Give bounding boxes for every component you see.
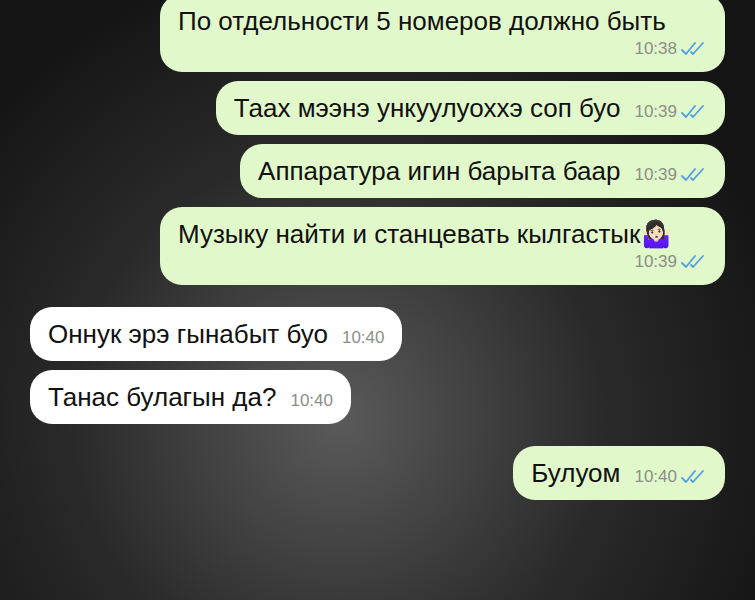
incoming-message[interactable]: Оннук эрэ гынабыт буо 10:40 (30, 307, 402, 361)
message-row: Таах мээнэ ункуулуоххэ соп буо 10:39 (30, 81, 725, 135)
outgoing-message[interactable]: Музыку найти и станцевать кылгастык🤷🏻‍♀️… (160, 207, 725, 285)
message-row: Музыку найти и станцевать кылгастык🤷🏻‍♀️… (30, 207, 725, 285)
message-row: Оннук эрэ гынабыт буо 10:40 (30, 307, 725, 361)
read-ticks-icon (681, 167, 707, 183)
outgoing-message[interactable]: По отдельности 5 номеров должно быть10:3… (160, 0, 725, 72)
message-text: Танас булагын да? (48, 380, 276, 414)
message-text: Аппаратура игин барыта баар (258, 154, 620, 188)
message-time: 10:39 (634, 251, 677, 273)
message-text: Музыку найти и станцевать кылгастык🤷🏻‍♀️ (178, 217, 672, 251)
message-meta: 10:40 (342, 327, 385, 351)
outgoing-message[interactable]: Таах мээнэ ункуулуоххэ соп буо 10:39 (216, 81, 725, 135)
message-time: 10:40 (290, 390, 333, 412)
message-list[interactable]: По отдельности 5 номеров должно быть10:3… (0, 0, 755, 500)
chat-screen: По отдельности 5 номеров должно быть10:3… (0, 0, 755, 600)
message-time: 10:40 (634, 466, 677, 488)
message-time: 10:40 (342, 327, 385, 349)
incoming-message[interactable]: Танас булагын да? 10:40 (30, 370, 351, 424)
message-text: Таах мээнэ ункуулуоххэ соп буо (234, 91, 621, 125)
message-row: Аппаратура игин барыта баар 10:39 (30, 144, 725, 198)
message-text: Булуом (531, 456, 620, 490)
message-row: По отдельности 5 номеров должно быть10:3… (30, 0, 725, 72)
message-text: По отдельности 5 номеров должно быть (178, 4, 666, 38)
outgoing-message[interactable]: Аппаратура игин барыта баар 10:39 (240, 144, 725, 198)
message-row: Булуом 10:40 (30, 446, 725, 500)
read-ticks-icon (681, 254, 707, 270)
message-meta: 10:40 (634, 466, 707, 490)
message-time: 10:39 (634, 101, 677, 123)
message-meta: 10:39 (634, 101, 707, 125)
message-meta: 10:39 (634, 164, 707, 188)
read-ticks-icon (681, 469, 707, 485)
read-ticks-icon (681, 104, 707, 120)
message-text: Оннук эрэ гынабыт буо (48, 317, 328, 351)
message-time: 10:38 (634, 38, 677, 60)
message-meta: 10:38 (634, 38, 707, 62)
message-row: Танас булагын да? 10:40 (30, 370, 725, 424)
read-ticks-icon (681, 41, 707, 57)
outgoing-message[interactable]: Булуом 10:40 (513, 446, 725, 500)
message-meta: 10:39 (634, 251, 707, 275)
message-meta: 10:40 (290, 390, 333, 414)
message-time: 10:39 (634, 164, 677, 186)
